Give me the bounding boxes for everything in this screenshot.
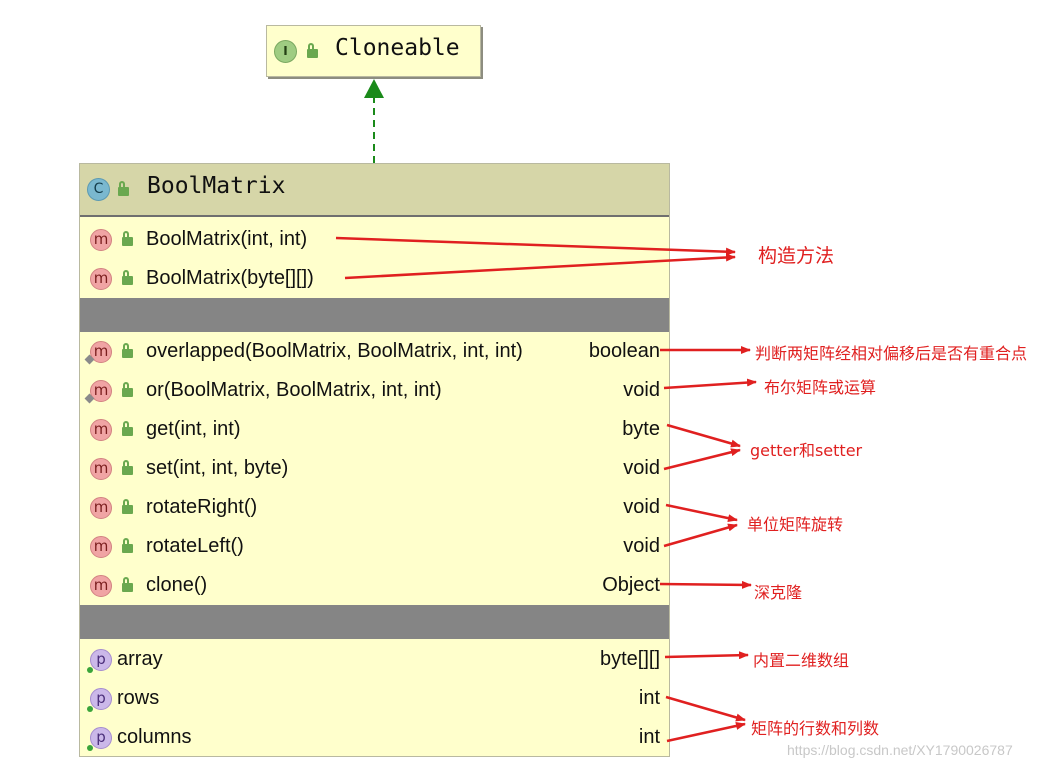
annotation-or: 布尔矩阵或运算 bbox=[764, 378, 877, 397]
annotation-rotate: 单位矩阵旋转 bbox=[747, 515, 844, 534]
annotation-arrow bbox=[663, 448, 741, 471]
annotation-arrow bbox=[344, 253, 736, 280]
annotation-arrow bbox=[335, 236, 736, 256]
connector-layer bbox=[335, 79, 757, 743]
annotation-arrow bbox=[665, 503, 738, 523]
annotation-arrow bbox=[666, 722, 746, 743]
implements-arrow-head bbox=[364, 79, 384, 98]
annotation-arrow bbox=[664, 651, 749, 660]
annotation-clone: 深克隆 bbox=[754, 583, 803, 602]
annotation-arrow bbox=[665, 695, 746, 722]
annotation-array: 内置二维数组 bbox=[753, 651, 850, 670]
annotation-arrow bbox=[659, 580, 752, 589]
annotation-arrow bbox=[663, 378, 757, 390]
annotation-constructors: 构造方法 bbox=[758, 245, 835, 267]
annotation-rows-columns: 矩阵的行数和列数 bbox=[751, 719, 880, 738]
watermark: https://blog.csdn.net/XY1790026787 bbox=[787, 742, 1013, 758]
annotation-overlapped: 判断两矩阵经相对偏移后是否有重合点 bbox=[755, 344, 1028, 363]
annotation-arrow bbox=[663, 523, 738, 548]
annotation-arrow bbox=[666, 423, 741, 448]
annotation-getter-setter: getter和setter bbox=[750, 441, 863, 460]
